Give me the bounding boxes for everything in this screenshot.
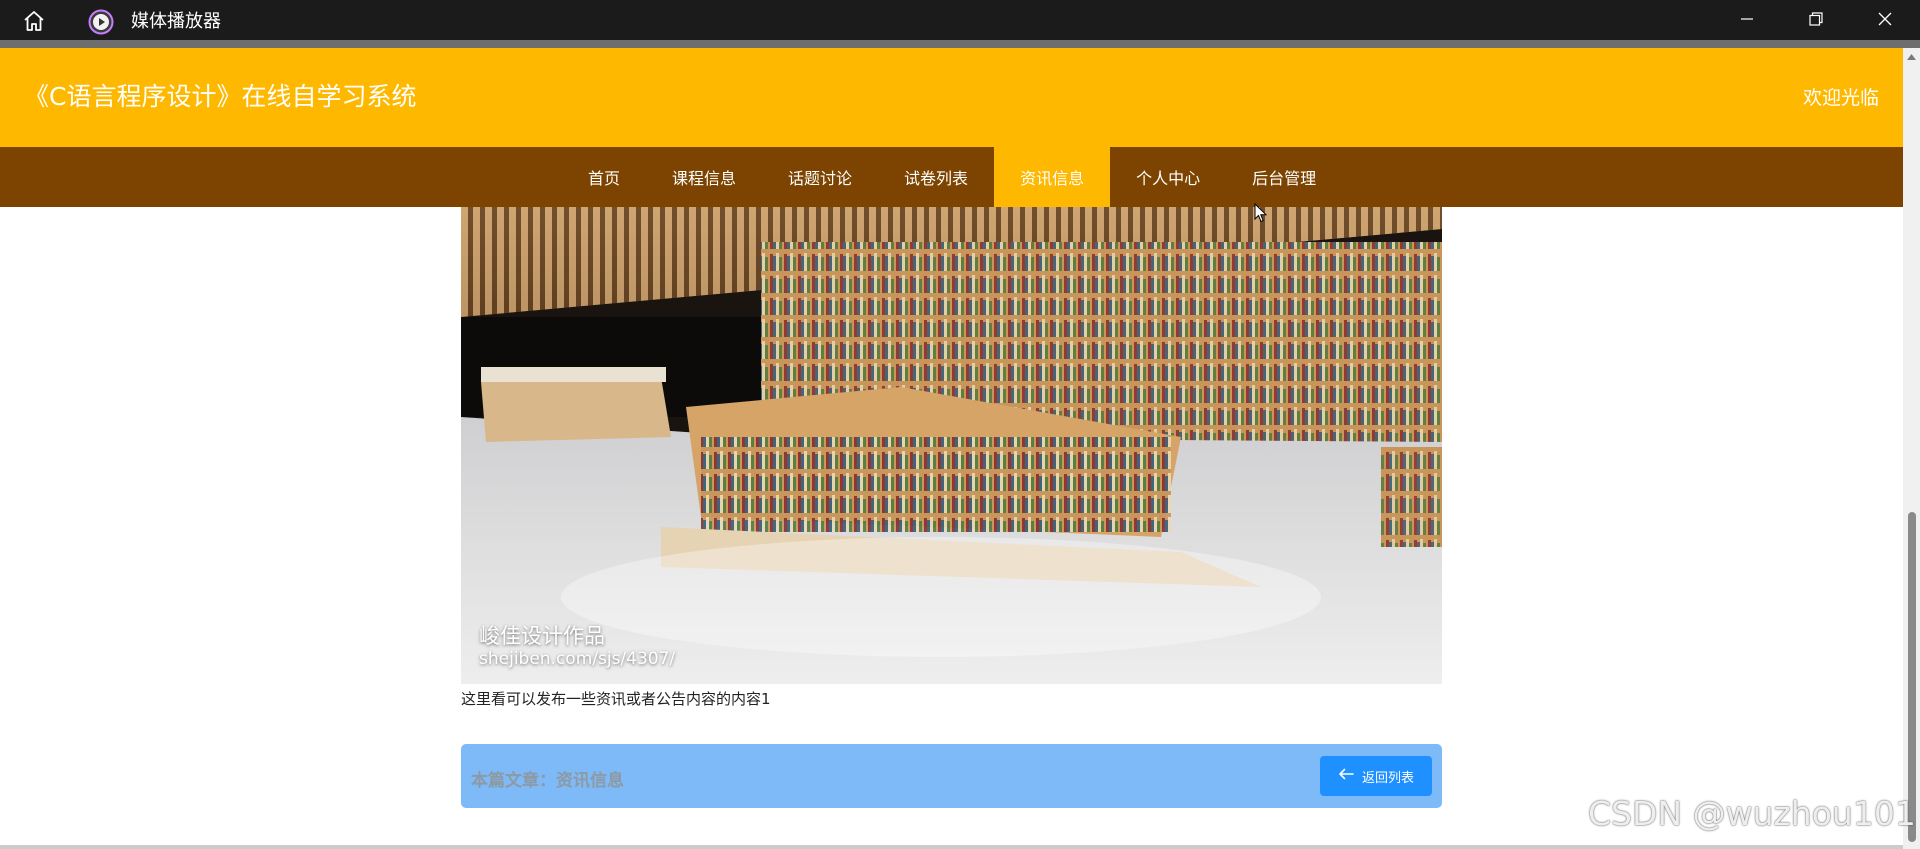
nav-item-home[interactable]: 首页: [562, 147, 646, 207]
maximize-button[interactable]: [1782, 0, 1850, 40]
bookstore-photo: [461, 207, 1442, 684]
back-to-list-button[interactable]: 返回列表: [1320, 756, 1432, 796]
scroll-up-icon[interactable]: [1903, 48, 1920, 65]
window-title: 媒体播放器: [131, 11, 221, 32]
titlebar-divider: [0, 40, 1920, 48]
arrow-left-icon: [1338, 768, 1354, 784]
nav-item-courses[interactable]: 课程信息: [646, 147, 762, 207]
nav-item-admin[interactable]: 后台管理: [1226, 147, 1342, 207]
image-caption-url: shejiben.com/sjs/4307/: [479, 649, 676, 669]
nav-item-exams[interactable]: 试卷列表: [878, 147, 994, 207]
nav-item-news[interactable]: 资讯信息: [994, 147, 1111, 207]
nav-item-discussion[interactable]: 话题讨论: [762, 147, 878, 207]
news-image: 峻佳设计作品 shejiben.com/sjs/4307/: [461, 207, 1442, 684]
close-icon: [1878, 11, 1892, 30]
scroll-thumb[interactable]: [1908, 512, 1916, 842]
close-button[interactable]: [1851, 0, 1919, 40]
maximize-icon: [1809, 11, 1823, 30]
csdn-watermark: CSDN @wuzhou101: [1588, 794, 1916, 833]
article-category-label: 本篇文章：资讯信息: [471, 771, 624, 791]
home-icon[interactable]: [22, 9, 46, 33]
image-caption-title: 峻佳设计作品: [479, 624, 605, 648]
page-bottom-border: [0, 845, 1903, 849]
play-icon: [88, 9, 114, 35]
article-footer-bar: 本篇文章：资讯信息 返回列表: [461, 744, 1442, 808]
back-to-list-label: 返回列表: [1361, 770, 1414, 786]
minimize-icon: [1740, 11, 1754, 30]
vertical-scrollbar[interactable]: [1903, 48, 1920, 849]
main-nav: 首页 课程信息 话题讨论 试卷列表 资讯信息 个人中心 后台管理: [0, 147, 1903, 207]
nav-item-profile[interactable]: 个人中心: [1110, 147, 1226, 207]
site-header: 《C语言程序设计》在线自学习系统 欢迎光临: [0, 48, 1903, 147]
welcome-text: 欢迎光临: [1802, 87, 1879, 109]
mouse-cursor-icon: [1254, 202, 1268, 223]
window-titlebar: 媒体播放器: [0, 0, 1920, 40]
minimize-button[interactable]: [1713, 0, 1781, 40]
site-title: 《C语言程序设计》在线自学习系统: [24, 82, 417, 111]
news-description: 这里看可以发布一些资讯或者公告内容的内容1: [461, 690, 771, 708]
